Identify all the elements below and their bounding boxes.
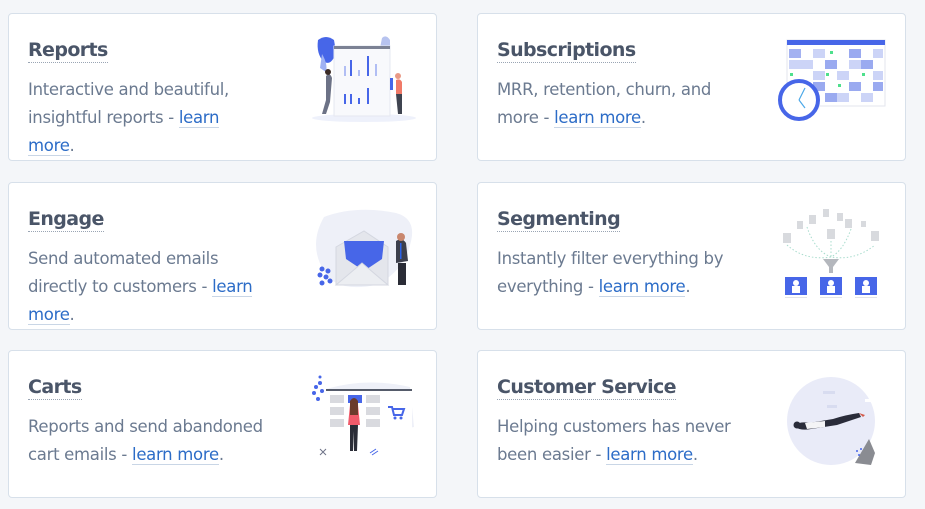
card-description: Reports and send abandoned cart emails -… [28,417,263,465]
learn-more-link[interactable]: learn more [598,277,686,297]
card-description: Interactive and beautiful, insightful re… [28,80,229,156]
envelope-illustration [316,209,413,288]
learn-more-link[interactable]: learn more [606,445,693,465]
feature-card-reports: Reports Interactive and beautiful, insig… [8,13,437,161]
card-description: MRR, retention, churn, and more - learn … [497,80,712,128]
calendar-clock-illustration [778,39,886,121]
funnel-segmenting-illustration [783,209,879,298]
card-title[interactable]: Engage [28,207,104,232]
reports-chart-illustration [312,36,416,122]
card-title[interactable]: Carts [28,375,82,400]
flying-person-illustration [787,377,881,465]
card-description: Send automated emails directly to custom… [28,249,253,325]
card-description: Helping customers has never been easier … [497,417,731,465]
card-description: Instantly filter everything by everythin… [497,249,724,297]
shopping-cart-illustration [312,375,414,456]
learn-more-link[interactable]: learn more [554,108,641,128]
learn-more-link[interactable]: learn more [132,445,219,465]
feature-card-carts: Carts Reports and send abandoned cart em… [8,350,437,498]
card-title[interactable]: Subscriptions [497,38,636,63]
feature-card-segmenting: Segmenting Instantly filter everything b… [477,182,906,330]
card-title[interactable]: Reports [28,38,108,63]
feature-card-subscriptions: Subscriptions MRR, retention, churn, and… [477,13,906,161]
feature-card-customer-service: Customer Service Helping customers has n… [477,350,906,498]
card-title[interactable]: Segmenting [497,207,621,232]
card-title[interactable]: Customer Service [497,375,677,400]
feature-card-engage: Engage Send automated emails directly to… [8,182,437,330]
